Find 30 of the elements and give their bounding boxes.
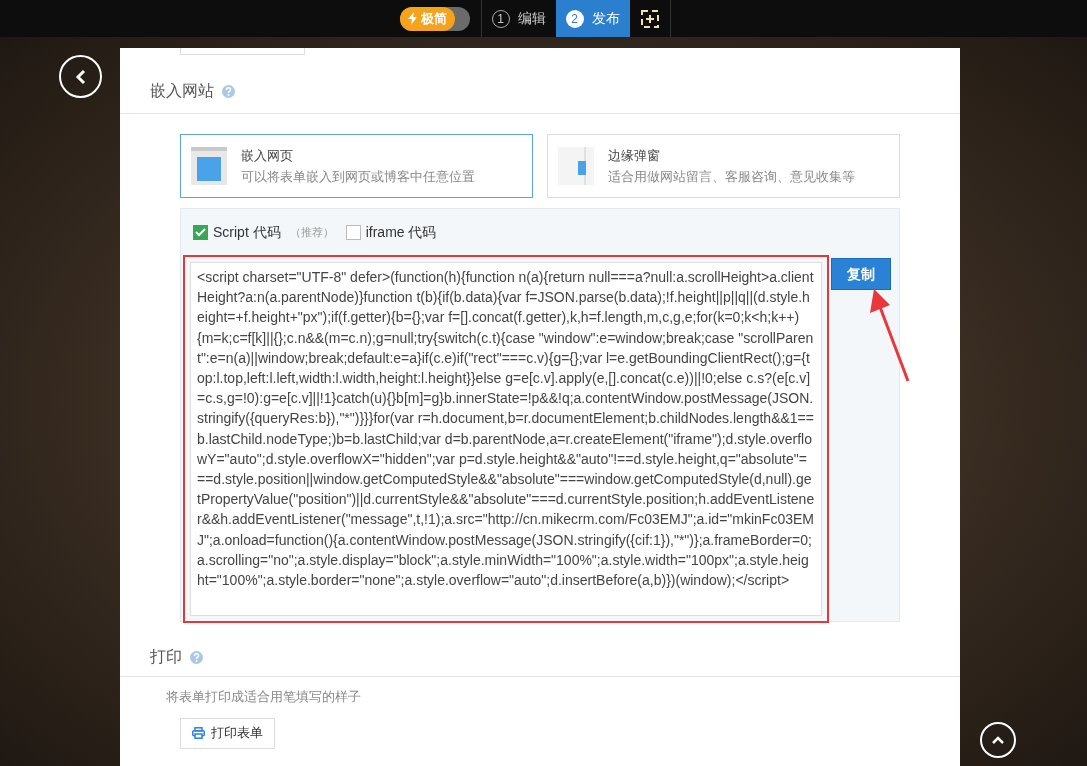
option-title: 边缘弹窗 [608, 147, 661, 165]
section-title: 打印 [150, 647, 182, 667]
webpage-icon [191, 147, 227, 185]
printer-icon [192, 727, 205, 739]
code-type-option[interactable]: Script 代码 （推荐） [193, 221, 334, 243]
print-description: 将表单打印成适合用笔填写的样子 [166, 688, 362, 706]
chevron-left-icon [74, 68, 87, 85]
step-tab[interactable]: 1 编辑 [481, 0, 556, 37]
recommended-note: （推荐） [289, 224, 334, 240]
lightning-icon [407, 12, 417, 25]
scroll-top-button[interactable] [980, 722, 1016, 758]
step-tab[interactable]: 2 发布 [555, 0, 630, 37]
option-title: 嵌入网页 [241, 147, 294, 165]
copy-button[interactable]: 复制 [831, 258, 891, 290]
code-field[interactable]: <script charset="UTF-8" defer>(function(h){function n(a){return null===a?null:a.scrollHeight>a.clientHeight?a:n(a.parentNode)}function t(b){if(b.data){var f=JSON.parse(b.data);!f.height||p||q||(d.style.height=+f.height+"px");if(f.getter){b={};var f=[].concat(f.getter),k,h=f.length,m,c,g,e;for(k=0;k<h;k++){m=k;c=f[k]||{};c.n&&(m=c.n);g=null;try{switch(c.t){case "window":e=window;break;case "scrollParent":e=n(a)||window;break;default:e=a}if(c.e)if("rect"===c.v){g={};var l=e.getBoundingClientRect();g={top:l.top,left:l.left,width:l.width,height:l.height}}else g=e[c.v].apply(e,[].concat(c.e))||!0;else c.s?(e[c.v]=c.s,g=!0):g=e[c.v]||!1}catch(u){}b[m]=g}b.innerState=!p&&!q;a.contentWindow.postMessage(JSON.stringify({queryRes:b}),"*")}}}for(var r=h.document,b=r.documentElement;b.childNodes.length&&1==b.lastChild.nodeType;)b=b.lastChild;var d=b.parentNode,a=r.createElement("iframe");d.style.overflowY="auto";d.style.overflowX="hidden";var p=d.style.height&&"auto"!==d.style.height,q="absolute"===d.style.position||window.getComputedStyle&&"absolute"===window.getComputedStyle(d,null).getPropertyValue("position")||d.currentStyle&&"absolute"===d.currentStyle.position;h.addEventListener&&h.addEventListener("message",t,!1);a.src="http://cn.mikecrm.com/Fc03EMJ";a.id="mkinFc03EMJ";a.onload=function(){a.contentWindow.postMessage(JSON.stringify({cif:1}),"*")};a.frameBorder=0;a.scrolling="no";a.style.display="block";a.style.minWidth="100%";a.style.width="100px";a.style.height="100%";a.style.border="none";a.style.overflow="auto";d.insertBefore(a,b)})(window);</script> [190, 262, 822, 616]
section-title: 嵌入网站 [150, 81, 214, 101]
option-description: 可以将表单嵌入到网页或博客中任意位置 [241, 168, 475, 186]
embed-option-card[interactable]: 嵌入网页 可以将表单嵌入到网页或博客中任意位置 [180, 134, 533, 198]
option-description: 适合用做网站留言、客服咨询、意见收集等 [608, 168, 855, 186]
code-type-option[interactable]: iframe 代码 [345, 221, 437, 243]
embed-option-card[interactable]: 边缘弹窗 适合用做网站留言、客服咨询、意见收集等 [547, 134, 900, 198]
chevron-up-icon [991, 735, 1005, 745]
focus-square-icon [640, 9, 659, 28]
back-button[interactable] [59, 55, 102, 98]
side-popup-icon [558, 147, 594, 185]
help-icon[interactable] [190, 650, 203, 664]
checkbox[interactable] [345, 224, 361, 240]
print-form-button[interactable]: 打印表单 [180, 717, 275, 749]
checkbox[interactable] [193, 224, 208, 240]
help-icon[interactable] [222, 84, 235, 98]
